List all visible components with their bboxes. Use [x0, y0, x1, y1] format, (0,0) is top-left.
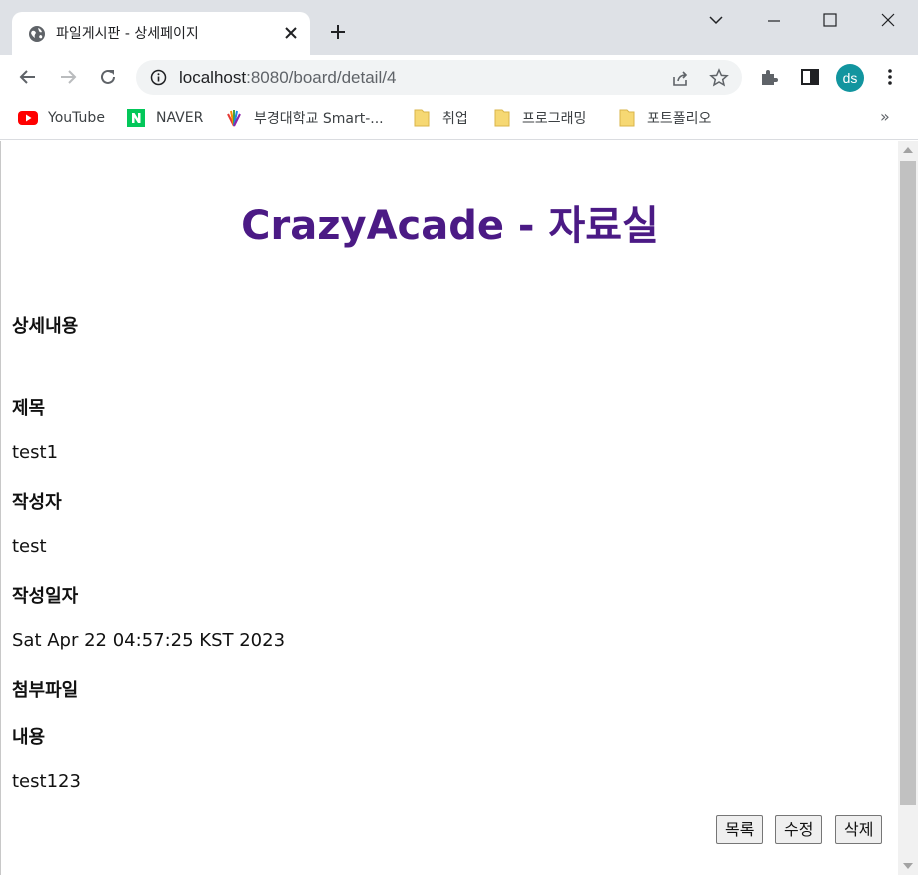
subject-label: 제목: [12, 398, 46, 419]
tab-strip: 파일게시판 - 상세페이지: [0, 0, 918, 55]
maximize-icon[interactable]: [822, 12, 838, 28]
bookmark-label: 부경대학교 Smart-...: [254, 111, 384, 127]
bookmark-folder-jobs[interactable]: 취업: [412, 107, 468, 129]
bookmark-star-icon[interactable]: [709, 68, 729, 88]
scroll-down-arrow-icon[interactable]: [903, 863, 913, 869]
new-tab-icon[interactable]: [328, 22, 348, 42]
scroll-up-arrow-icon[interactable]: [903, 147, 913, 153]
author-value: test: [12, 536, 47, 557]
pknu-icon: [227, 110, 241, 127]
more-bookmarks-chevron[interactable]: »: [880, 107, 890, 126]
globe-icon: [29, 26, 45, 42]
page-viewport: CrazyAcade - 자료실 상세내용 제목 test1 작성자 test …: [0, 141, 898, 875]
url-path: :8080/board/detail/4: [246, 68, 397, 87]
bookmark-label: 포트폴리오: [647, 111, 712, 127]
bookmark-label: 프로그래밍: [522, 111, 587, 127]
scroll-thumb[interactable]: [900, 161, 916, 805]
close-window-icon[interactable]: [880, 12, 896, 28]
detail-section-heading: 상세내용: [12, 316, 79, 337]
bookmark-pknu[interactable]: 부경대학교 Smart-...: [224, 107, 384, 129]
subject-value: test1: [12, 442, 59, 463]
url-text[interactable]: localhost:8080/board/detail/4: [179, 68, 396, 88]
browser-toolbar: localhost:8080/board/detail/4 ds: [0, 55, 918, 100]
folder-icon: [619, 109, 635, 127]
forward-icon[interactable]: [58, 67, 78, 87]
address-bar[interactable]: localhost:8080/board/detail/4: [136, 60, 742, 95]
bookmark-youtube[interactable]: YouTube: [18, 107, 105, 129]
bookmark-folder-portfolio[interactable]: 포트폴리오: [617, 107, 711, 129]
bookmark-folder-programming[interactable]: 프로그래밍: [492, 107, 586, 129]
folder-icon: [494, 109, 510, 127]
naver-icon: [127, 109, 145, 127]
bookmark-label: NAVER: [156, 110, 204, 126]
menu-kebab-icon[interactable]: [880, 67, 900, 87]
minimize-icon[interactable]: [766, 12, 782, 28]
active-tab[interactable]: 파일게시판 - 상세페이지: [12, 12, 310, 55]
date-value: Sat Apr 22 04:57:25 KST 2023: [12, 630, 286, 651]
bookmark-naver[interactable]: NAVER: [126, 107, 203, 129]
profile-avatar[interactable]: ds: [836, 64, 864, 92]
content-label: 내용: [12, 727, 46, 748]
page-title: CrazyAcade - 자료실: [241, 203, 659, 249]
author-label: 작성자: [12, 492, 62, 513]
bookmark-label: YouTube: [48, 110, 105, 126]
tab-title: 파일게시판 - 상세페이지: [56, 26, 199, 42]
list-button[interactable]: 목록: [716, 815, 764, 844]
reload-icon[interactable]: [98, 67, 118, 87]
bookmark-label: 취업: [442, 111, 468, 127]
folder-icon: [414, 109, 430, 127]
delete-button[interactable]: 삭제: [835, 815, 883, 844]
share-icon[interactable]: [670, 68, 690, 88]
bookmarks-bar: YouTube NAVER 부경대학교 Smart-... 취업 프로그래밍 포…: [0, 100, 918, 140]
close-tab-icon[interactable]: [284, 26, 298, 40]
content-value: test123: [12, 771, 81, 792]
side-panel-icon[interactable]: [800, 67, 820, 87]
url-host: localhost: [179, 68, 247, 87]
extensions-icon[interactable]: [759, 67, 779, 87]
tab-search-icon[interactable]: [708, 12, 724, 28]
vertical-scrollbar[interactable]: [898, 141, 918, 875]
youtube-icon: [18, 111, 38, 125]
attachment-label: 첨부파일: [12, 680, 79, 701]
site-info-icon[interactable]: [150, 69, 167, 86]
back-icon[interactable]: [18, 67, 38, 87]
edit-button[interactable]: 수정: [775, 815, 823, 844]
date-label: 작성일자: [12, 586, 79, 607]
